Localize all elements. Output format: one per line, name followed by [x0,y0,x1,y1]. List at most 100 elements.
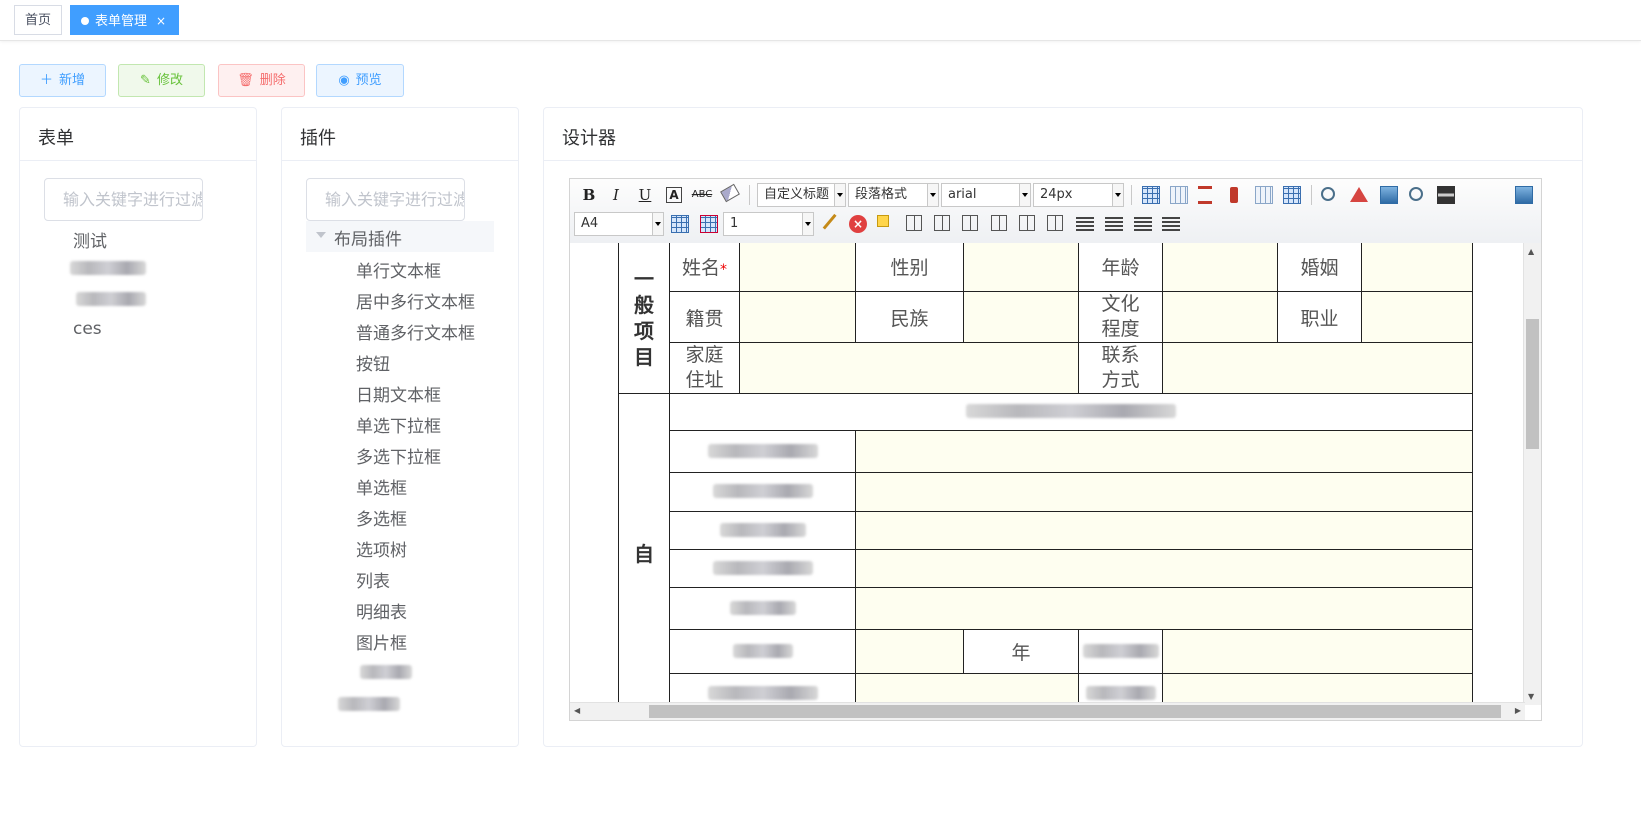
native-field[interactable] [739,291,856,343]
align-justify-icon[interactable] [1162,217,1180,231]
vertical-scroll-thumb[interactable] [1526,319,1539,449]
row-field[interactable] [1162,629,1473,674]
plugin-group-node[interactable]: 布局插件 [306,221,494,252]
tab-bar: 首页 表单管理 × [0,0,1641,41]
marriage-field[interactable] [1361,243,1473,292]
magic-wand-icon[interactable] [822,213,838,231]
fullscreen-icon[interactable] [1515,186,1533,204]
insert-column-icon[interactable] [1170,186,1188,204]
cell-split-icon[interactable] [906,215,922,231]
horizontal-scroll-thumb[interactable] [649,705,1501,718]
align-right-icon[interactable] [1105,217,1123,231]
template-icon[interactable] [1380,186,1398,204]
year-value-field[interactable] [855,629,964,674]
plugin-search-input[interactable]: 输入关键字进行过滤 [306,178,465,221]
table-props-icon[interactable] [1255,186,1273,204]
name-field[interactable] [739,243,856,292]
row-field[interactable] [1162,673,1473,705]
table-grid-icon[interactable] [1283,186,1301,204]
eraser-icon[interactable] [720,183,740,203]
education-field[interactable] [1162,291,1278,343]
plugin-item[interactable]: 多选框 [356,505,407,530]
search-icon[interactable] [1409,187,1423,201]
contact-field[interactable] [1162,342,1473,394]
scroll-right-icon[interactable]: ▶ [1515,706,1521,715]
education-label: 文化程度 [1101,293,1140,340]
plugin-item[interactable]: 单选下拉框 [356,412,441,437]
italic-button[interactable]: I [605,184,627,206]
form-search-input[interactable]: 输入关键字进行过滤 [44,178,203,221]
form-item-ces[interactable]: ces [73,319,102,339]
form-item-blurred[interactable] [70,260,146,280]
plugin-item[interactable]: 列表 [356,567,390,592]
shape-icon[interactable] [1350,187,1368,202]
close-circle-icon[interactable]: × [849,215,867,233]
plugin-item-blurred[interactable] [360,664,412,684]
form-item-test[interactable]: 测试 [73,227,107,252]
font-family-select[interactable]: arial [941,183,1031,207]
save-icon[interactable] [1437,186,1455,204]
layers-icon[interactable] [877,215,889,227]
font-size-select[interactable]: 24px [1033,183,1124,207]
row-count-select[interactable]: 1 [723,212,814,236]
form-item-blurred[interactable] [76,291,146,311]
row-field[interactable] [855,430,1473,473]
row-field[interactable] [855,549,1473,588]
plugin-item[interactable]: 按钮 [356,350,390,375]
editor-content[interactable]: 一般项目 姓名* 性别 年龄 婚姻 籍贯 民族 文化程度 职业 家庭住址 联系方… [570,243,1525,705]
age-field[interactable] [1162,243,1278,292]
align-left-icon[interactable] [1076,217,1094,231]
insert-table-icon[interactable] [1142,186,1160,204]
delete-column-icon[interactable] [1230,187,1238,203]
rich-text-editor[interactable]: B I U A ABC 自定义标题 段落格式 arial 24px A4 1 ×… [569,178,1542,721]
scroll-up-icon[interactable]: ▲ [1528,247,1534,256]
tab-form-management[interactable]: 表单管理 × [70,5,180,35]
gender-field[interactable] [963,243,1079,292]
scroll-left-icon[interactable]: ◀ [574,706,580,715]
delete-button[interactable]: 🗑 删除 [218,64,305,97]
plugin-item[interactable]: 选项树 [356,536,407,561]
cell-split-icon[interactable] [962,215,978,231]
row-field[interactable] [855,511,1473,550]
row-field[interactable] [855,673,1079,705]
ethnic-field[interactable] [963,291,1079,343]
plugin-item[interactable]: 日期文本框 [356,381,441,406]
job-field[interactable] [1361,291,1473,343]
row-field[interactable] [855,587,1473,630]
vertical-scrollbar[interactable]: ▲ ▼ [1523,243,1541,705]
plugin-item[interactable]: 明细表 [356,598,407,623]
plugin-item[interactable]: 多选下拉框 [356,443,441,468]
align-center-icon[interactable] [1134,217,1152,231]
plugin-panel-title: 插件 [282,108,518,161]
plugin-item[interactable]: 单选框 [356,474,407,499]
remove-table-icon[interactable] [700,215,718,233]
row-field[interactable] [855,472,1473,512]
cell-split-icon[interactable] [934,215,950,231]
merge-cells-icon[interactable] [1198,186,1212,204]
preview-button[interactable]: ◉ 预览 [316,64,404,97]
paragraph-select[interactable]: 段落格式 [848,183,939,207]
page-size-select[interactable]: A4 [574,212,664,236]
add-button[interactable]: ＋ 新增 [19,64,106,97]
bold-button[interactable]: B [578,184,600,206]
plugin-item[interactable]: 普通多行文本框 [356,319,475,344]
strikethrough-button[interactable]: ABC [691,184,713,206]
add-table-icon[interactable] [671,215,689,233]
cell-split-icon[interactable] [1019,215,1035,231]
plugin-item[interactable]: 居中多行文本框 [356,288,475,313]
plugin-item[interactable]: 单行文本框 [356,257,441,282]
cell-split-icon[interactable] [1047,215,1063,231]
address-field[interactable] [739,342,1079,394]
title-select[interactable]: 自定义标题 [757,183,846,207]
tab-home[interactable]: 首页 [14,5,63,35]
preview-zoom-icon[interactable] [1321,187,1335,201]
edit-button[interactable]: ✎ 修改 [118,64,205,97]
underline-button[interactable]: U [634,184,656,206]
font-color-button[interactable]: A [666,187,682,203]
plugin-group-blurred[interactable] [338,696,400,716]
horizontal-scrollbar[interactable]: ◀ ▶ [570,702,1525,720]
close-icon[interactable]: × [156,14,166,28]
cell-split-icon[interactable] [991,215,1007,231]
plugin-item[interactable]: 图片框 [356,629,407,654]
scroll-down-icon[interactable]: ▼ [1528,692,1534,701]
